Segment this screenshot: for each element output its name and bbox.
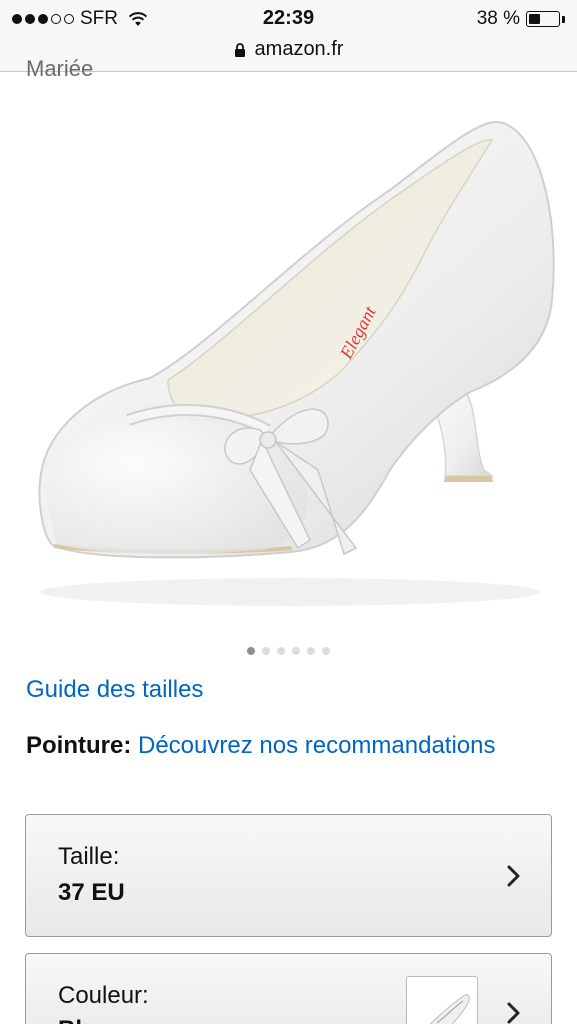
- size-selector-value: 37 EU: [58, 879, 125, 906]
- size-selector-button[interactable]: Taille: 37 EU: [25, 814, 552, 937]
- size-selector-label: Taille:: [58, 843, 120, 870]
- color-selector-value: Blanc: [58, 1016, 123, 1024]
- lock-icon: [234, 42, 245, 57]
- size-guide-link[interactable]: Guide des tailles: [26, 676, 203, 704]
- fit-recommendations-link[interactable]: Découvrez nos recommandations: [138, 732, 496, 759]
- url-display[interactable]: amazon.fr: [234, 38, 344, 61]
- fit-label: Pointure:: [26, 732, 132, 759]
- chevron-right-icon: [507, 865, 520, 887]
- status-right: 38 %: [477, 8, 565, 30]
- carousel-dot[interactable]: [247, 647, 255, 655]
- battery-icon: [526, 11, 565, 27]
- battery-level-fill: [529, 14, 540, 24]
- white-satin-pump-shoe-image: Elegant: [38, 120, 555, 606]
- carousel-dot[interactable]: [292, 647, 300, 655]
- fit-recommendation: Pointure: Découvrez nos recommandations: [26, 728, 556, 764]
- color-selector-label: Couleur:: [58, 982, 149, 1009]
- battery-percentage: 38 %: [476, 8, 520, 29]
- battery-body: [526, 11, 560, 27]
- chevron-right-icon: [507, 1002, 520, 1024]
- product-image[interactable]: Elegant: [0, 72, 577, 632]
- battery-tip: [562, 15, 565, 23]
- image-carousel-indicator[interactable]: [0, 647, 577, 655]
- carousel-dot[interactable]: [262, 647, 270, 655]
- color-selector-button[interactable]: Couleur: Blanc: [25, 953, 552, 1024]
- carousel-dot[interactable]: [322, 647, 330, 655]
- status-bar: SFR 22:39 38 %: [0, 0, 577, 36]
- url-text[interactable]: amazon.fr: [255, 38, 344, 61]
- color-thumbnail[interactable]: [406, 976, 478, 1024]
- carousel-dot[interactable]: [307, 647, 315, 655]
- shoe-thumbnail-icon: [429, 994, 470, 1024]
- carousel-dot[interactable]: [277, 647, 285, 655]
